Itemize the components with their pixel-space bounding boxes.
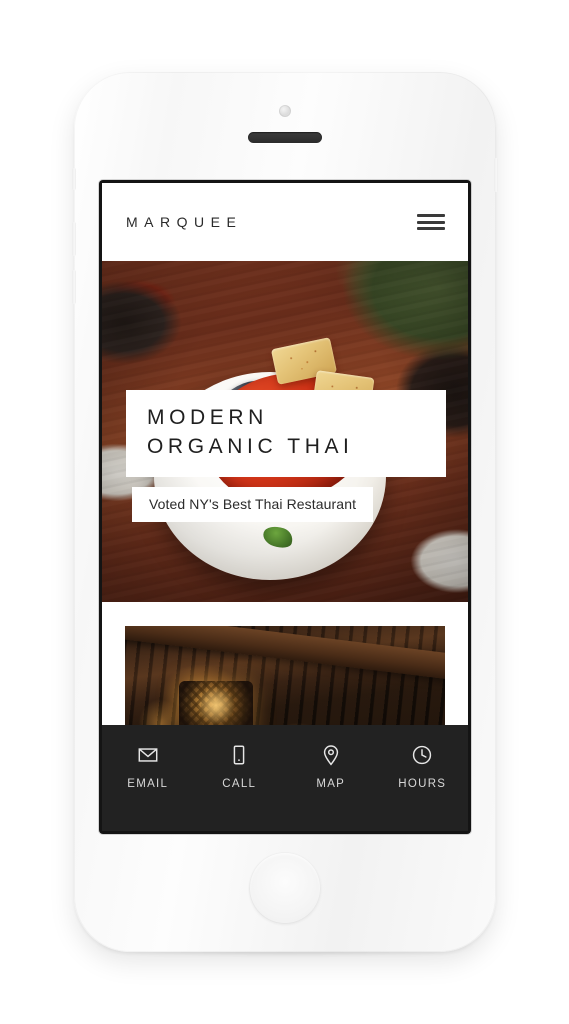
silent-switch[interactable] bbox=[72, 168, 76, 190]
home-button[interactable] bbox=[249, 852, 321, 924]
nav-label-email: EMAIL bbox=[127, 778, 169, 790]
power-button[interactable] bbox=[494, 158, 498, 192]
nav-item-map[interactable]: MAP bbox=[285, 743, 377, 790]
nav-item-email[interactable]: EMAIL bbox=[102, 743, 194, 790]
hamburger-bar-3 bbox=[417, 227, 445, 230]
hamburger-menu-icon[interactable] bbox=[417, 212, 445, 232]
phone-icon bbox=[233, 745, 245, 765]
nav-label-call: CALL bbox=[222, 778, 257, 790]
hero-title-box: MODERN ORGANIC THAI bbox=[126, 390, 446, 477]
screen-bezel: MARQUEE MODERN ORGANIC THAI Voted NY's B… bbox=[99, 180, 471, 834]
nav-item-call[interactable]: CALL bbox=[194, 743, 286, 790]
hamburger-bar-1 bbox=[417, 214, 445, 217]
volume-up-button[interactable] bbox=[72, 222, 76, 256]
envelope-icon bbox=[138, 748, 158, 762]
front-camera-icon bbox=[279, 105, 291, 117]
clock-icon bbox=[413, 745, 432, 765]
nav-item-hours[interactable]: HOURS bbox=[377, 743, 469, 790]
bottom-navigation-bar: EMAIL CALL MAP HOURS bbox=[102, 725, 468, 831]
smartphone-device: MARQUEE MODERN ORGANIC THAI Voted NY's B… bbox=[72, 72, 498, 952]
site-header: MARQUEE bbox=[102, 183, 468, 261]
hamburger-bar-2 bbox=[417, 220, 445, 224]
hero-subtitle-box: Voted NY's Best Thai Restaurant bbox=[132, 487, 374, 522]
nav-label-hours: HOURS bbox=[398, 778, 447, 790]
interior-section bbox=[102, 602, 468, 758]
map-pin-icon bbox=[323, 745, 338, 766]
nav-label-map: MAP bbox=[316, 778, 346, 790]
hero-title-line-2: ORGANIC THAI bbox=[147, 434, 354, 458]
hero-title-line-1: MODERN bbox=[147, 406, 268, 429]
volume-down-button[interactable] bbox=[72, 270, 76, 304]
earpiece-speaker bbox=[248, 132, 322, 143]
hero-section: MODERN ORGANIC THAI Voted NY's Best Thai… bbox=[102, 261, 468, 602]
hero-subtitle: Voted NY's Best Thai Restaurant bbox=[149, 496, 357, 512]
brand-logo[interactable]: MARQUEE bbox=[126, 214, 242, 230]
phone-screen: MARQUEE MODERN ORGANIC THAI Voted NY's B… bbox=[102, 183, 468, 831]
